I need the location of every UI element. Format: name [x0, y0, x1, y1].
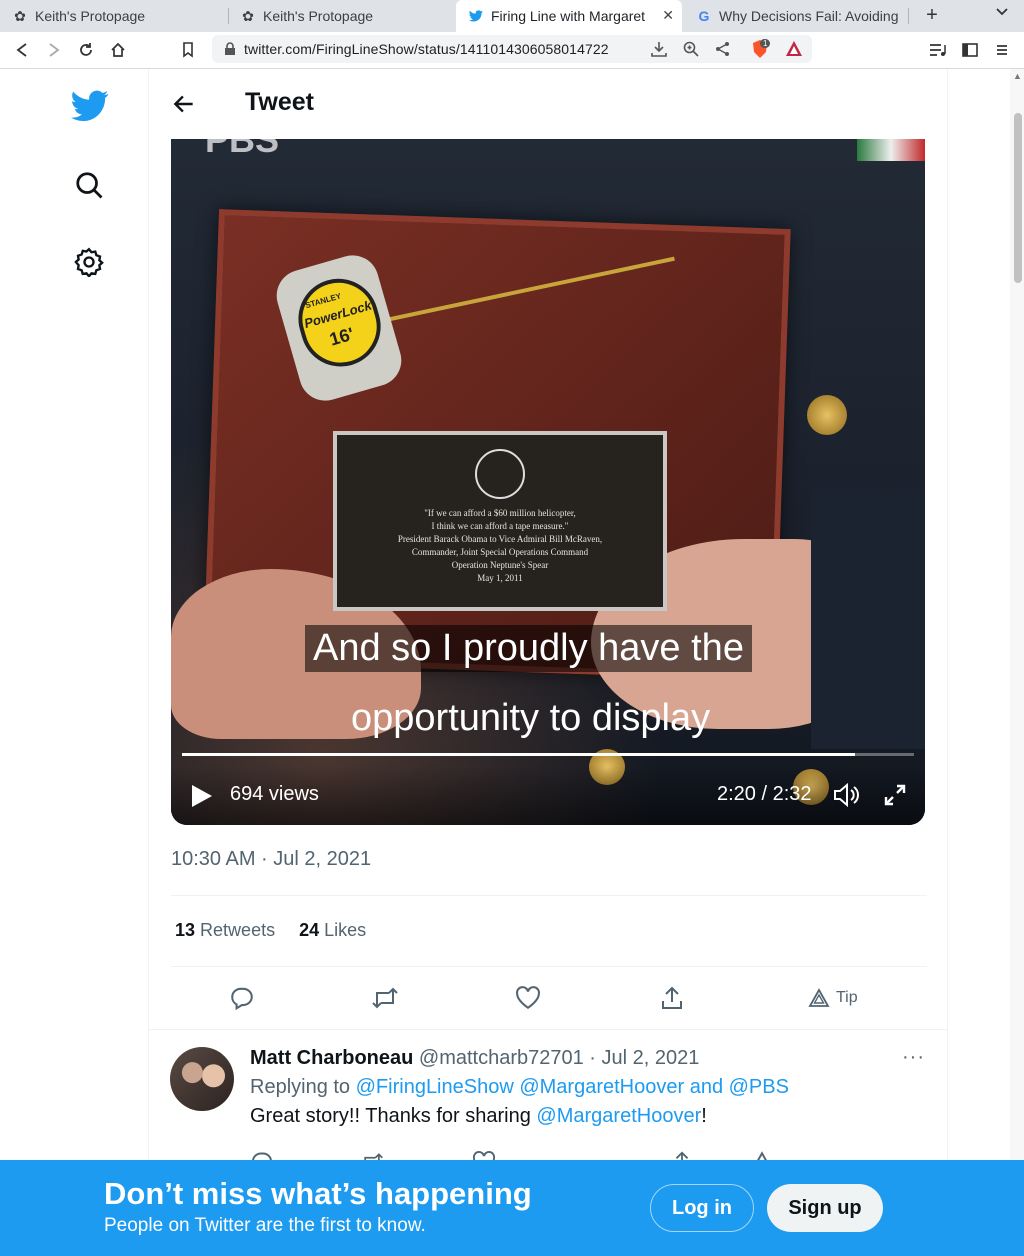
video-controls: 694 views 2:20 / 2:32: [171, 765, 925, 825]
video-view-count: 694 views: [230, 783, 319, 805]
engraved-plaque: "If we can afford a $60 million helicopt…: [333, 431, 667, 611]
plaque-line: Commander, Joint Special Operations Comm…: [411, 547, 589, 557]
new-tab-button[interactable]: +: [920, 3, 944, 27]
likes-stat[interactable]: 24 Likes: [299, 920, 366, 940]
plaque-line: May 1, 2011: [477, 573, 523, 583]
share-icon[interactable]: [657, 983, 687, 1013]
download-icon[interactable]: [650, 40, 668, 63]
tweet-stats: 13 Retweets 24 Likes: [175, 920, 366, 941]
protopage-icon: ✿: [14, 7, 26, 24]
tip-triangle-icon: [808, 988, 830, 1007]
sidebar-toggle-icon[interactable]: [960, 40, 980, 60]
banner-title: Don’t miss what’s happening: [104, 1176, 532, 1211]
like-heart-icon[interactable]: [472, 1150, 496, 1160]
scrollbar-thumb[interactable]: [1014, 113, 1022, 283]
volume-icon[interactable]: [833, 782, 861, 808]
playlist-icon[interactable]: [928, 40, 948, 60]
tweet-video-player[interactable]: PBS STANLEY PowerLock 16' "If we can aff…: [171, 139, 925, 825]
close-tab-icon[interactable]: ✕: [662, 7, 674, 24]
sleeve: [811, 489, 925, 749]
page-title: Tweet: [245, 88, 314, 116]
uniform-button: [807, 395, 847, 435]
retweets-stat[interactable]: 13 Retweets: [175, 920, 275, 940]
plaque-line: Operation Neptune's Spear: [451, 560, 549, 570]
explore-search-icon[interactable]: [72, 168, 106, 202]
reply-text: Great story!! Thanks for sharing @Margar…: [250, 1105, 707, 1127]
reload-icon[interactable]: [76, 40, 96, 60]
tab-protopage-2[interactable]: ✿ Keith's Protopage: [228, 0, 454, 32]
retweet-icon[interactable]: [360, 1150, 384, 1160]
video-caption-line-1: And so I proudly have the: [305, 625, 752, 672]
settings-gear-icon[interactable]: [72, 245, 106, 279]
tab-list-chevron-icon[interactable]: [996, 4, 1008, 19]
tip-triangle-icon[interactable]: [750, 1150, 774, 1160]
fullscreen-icon[interactable]: [883, 783, 907, 807]
banner-subtitle: People on Twitter are the first to know.: [104, 1215, 426, 1236]
home-icon[interactable]: [108, 40, 128, 60]
sign-up-button[interactable]: Sign up: [767, 1184, 883, 1232]
reply-author-name[interactable]: Matt Charboneau: [250, 1047, 413, 1069]
back-arrow-icon[interactable]: [12, 40, 32, 60]
browser-toolbar: twitter.com/FiringLineShow/status/141101…: [0, 32, 1024, 69]
scroll-up-arrow-icon[interactable]: ▲: [1013, 71, 1022, 81]
play-icon[interactable]: [191, 784, 213, 808]
log-in-button[interactable]: Log in: [650, 1184, 754, 1232]
column-border: [947, 69, 948, 1169]
tape-size: 16': [327, 323, 357, 350]
reply-icon[interactable]: [250, 1150, 274, 1160]
tweet-header: Tweet: [149, 69, 947, 139]
zoom-icon[interactable]: [682, 40, 700, 63]
reply-icon[interactable]: [227, 983, 257, 1013]
reply-actions: [250, 1150, 810, 1160]
signup-banner: Don’t miss what’s happening People on Tw…: [0, 1160, 1024, 1256]
forward-arrow-icon[interactable]: [44, 40, 64, 60]
video-time: 2:20 / 2:32: [717, 783, 812, 805]
tip-label: Tip: [836, 989, 858, 1006]
tab-protopage-1[interactable]: ✿ Keith's Protopage: [0, 0, 226, 32]
plaque-line: President Barack Obama to Vice Admiral B…: [397, 534, 603, 544]
divider: [149, 1029, 947, 1030]
twitter-icon: [468, 8, 484, 24]
tip-button[interactable]: Tip: [808, 988, 858, 1008]
flag-pin: [857, 139, 925, 161]
video-progress-fill: [182, 753, 856, 756]
presidential-seal-icon: [475, 449, 525, 499]
share-icon[interactable]: [670, 1150, 694, 1160]
lock-icon: [225, 42, 235, 55]
back-arrow-icon[interactable]: [171, 91, 197, 117]
menu-icon[interactable]: [992, 40, 1012, 60]
divider: [171, 895, 927, 896]
address-bar[interactable]: twitter.com/FiringLineShow/status/141101…: [212, 35, 812, 63]
like-heart-icon[interactable]: [513, 983, 543, 1013]
url-text: twitter.com/FiringLineShow/status/141101…: [244, 41, 609, 57]
replying-to-mentions[interactable]: @FiringLineShow @MargaretHoover and @PBS: [356, 1076, 789, 1098]
google-icon: G: [698, 8, 710, 24]
avatar[interactable]: [170, 1047, 234, 1111]
protopage-icon: ✿: [242, 7, 254, 24]
tab-why-decisions-fail[interactable]: G Why Decisions Fail: Avoiding: [684, 0, 910, 32]
twitter-logo-icon[interactable]: [70, 86, 110, 126]
pbs-watermark: PBS: [205, 139, 280, 160]
retweet-icon[interactable]: [370, 983, 400, 1013]
tab-bar: ✿ Keith's Protopage ✿ Keith's Protopage …: [0, 0, 1024, 32]
video-caption-line-2: opportunity to display: [351, 697, 711, 739]
bookmark-icon[interactable]: [178, 40, 198, 60]
reply-handle-date[interactable]: @mattcharb72701 · Jul 2, 2021: [419, 1047, 699, 1069]
reply-author-line: Matt Charboneau @mattcharb72701 · Jul 2,…: [250, 1047, 699, 1070]
mention-link[interactable]: @MargaretHoover: [536, 1105, 701, 1127]
divider: [171, 966, 927, 967]
tab-separator: [908, 8, 909, 24]
share-icon[interactable]: [714, 40, 732, 63]
plaque-line: I think we can afford a tape measure.": [431, 521, 569, 531]
tab-firing-line[interactable]: Firing Line with Margaret ✕: [456, 0, 682, 32]
column-border: [148, 69, 149, 1169]
more-options-icon[interactable]: ···: [902, 1046, 925, 1069]
plaque-line: "If we can afford a $60 million helicopt…: [424, 508, 576, 518]
replying-to-line: Replying to @FiringLineShow @MargaretHoo…: [250, 1076, 789, 1098]
page-scrollbar[interactable]: ▲: [1010, 69, 1024, 1160]
brave-shield-icon[interactable]: 1: [750, 39, 771, 64]
tweet-timestamp[interactable]: 10:30 AM · Jul 2, 2021: [171, 848, 371, 871]
brave-rewards-icon[interactable]: [784, 39, 804, 64]
video-progress-bar[interactable]: [182, 753, 914, 756]
